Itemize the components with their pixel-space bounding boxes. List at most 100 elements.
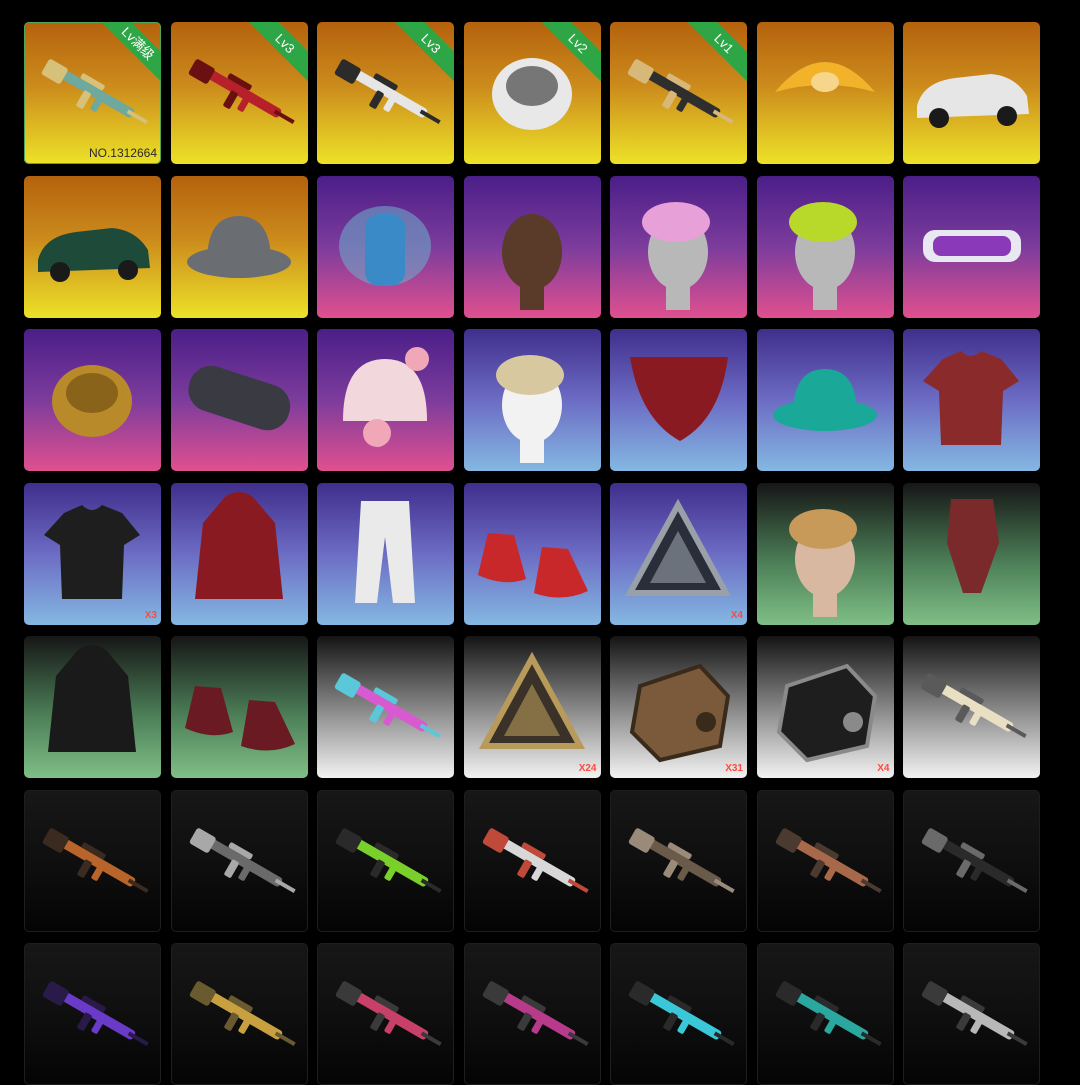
quantity-count: X24	[578, 763, 597, 774]
inventory-item[interactable]	[903, 482, 1040, 625]
inventory-item[interactable]: Lv3	[170, 22, 308, 164]
inventory-item[interactable]	[610, 329, 747, 471]
pink-hair-icon	[642, 201, 710, 310]
rainbow-rifle-icon	[334, 673, 441, 738]
teal-rifle-icon	[775, 981, 882, 1046]
inventory-item[interactable]	[24, 329, 161, 471]
inventory-item[interactable]	[903, 943, 1040, 1085]
gray-rifle-icon	[189, 827, 296, 893]
inventory-item[interactable]: Lv满级 NO.1312664	[24, 22, 161, 164]
ponytail-hair-icon	[788, 508, 857, 617]
black-crate-icon	[776, 663, 877, 763]
inventory-item[interactable]	[610, 943, 747, 1085]
inventory-item[interactable]: X31	[610, 636, 747, 778]
inventory-item[interactable]	[317, 636, 454, 778]
face-head-icon	[501, 213, 562, 310]
bronze-crate-icon	[629, 663, 731, 763]
inventory-item[interactable]	[170, 636, 308, 778]
red-jacket-icon	[194, 491, 283, 599]
inventory-item[interactable]: X4	[756, 636, 894, 778]
inventory-item[interactable]	[610, 789, 747, 932]
inventory-item[interactable]	[756, 943, 894, 1085]
m16-orange-rifle-icon	[42, 827, 149, 893]
white-sports-car-icon	[917, 74, 1029, 128]
smoke-grenade-icon	[339, 205, 431, 286]
crossbow-icon	[189, 981, 296, 1046]
inventory-item[interactable]: Lv3	[317, 22, 454, 164]
inventory-item[interactable]	[317, 482, 454, 625]
bucket-hat-headset-icon	[186, 215, 291, 278]
inventory-item[interactable]	[170, 329, 308, 471]
quantity-count: X3	[144, 609, 157, 621]
inventory-item[interactable]	[317, 175, 454, 318]
neon-green-rifle-icon	[335, 827, 442, 893]
inventory-item[interactable]	[903, 329, 1040, 471]
quantity-count: X31	[725, 763, 743, 774]
inventory-item[interactable]	[170, 482, 308, 625]
inventory-item[interactable]	[756, 329, 894, 471]
inventory-item[interactable]	[903, 789, 1040, 932]
pink-rifle-icon	[335, 981, 442, 1046]
black-coat-icon	[48, 645, 136, 752]
magenta-rifle-icon	[482, 981, 589, 1046]
inventory-grid: Lv满级 NO.1312664 Lv3 Lv3 Lv2 Lv1 X3 X4 X24 X31 X4	[24, 22, 1040, 1085]
inventory-item[interactable]: Lv1	[610, 22, 747, 164]
red-bandana-icon	[630, 357, 728, 441]
inventory-item[interactable]	[170, 943, 308, 1085]
inventory-item[interactable]	[463, 789, 601, 932]
inventory-item[interactable]	[903, 175, 1040, 318]
inventory-item[interactable]	[317, 329, 454, 471]
inventory-item[interactable]	[24, 636, 161, 778]
purple-smg-icon	[42, 981, 149, 1046]
inventory-item[interactable]	[24, 943, 161, 1085]
gold-mask-icon	[52, 365, 132, 437]
skull-face-paint-icon	[495, 355, 564, 463]
inventory-item[interactable]	[463, 943, 601, 1085]
inventory-item[interactable]: X4	[610, 482, 747, 625]
quantity-count: X4	[730, 609, 743, 621]
inventory-item[interactable]	[170, 175, 308, 318]
parachute-icon	[774, 62, 875, 92]
cyan-rifle-icon	[628, 981, 735, 1046]
white-red-rifle-icon	[482, 827, 589, 893]
camo-rifle-icon	[628, 827, 735, 893]
scarf-icon	[947, 498, 999, 593]
black-akm-icon	[921, 827, 1028, 893]
inventory-item[interactable]	[317, 943, 454, 1085]
inventory-item[interactable]: X3	[24, 482, 161, 625]
triangle-crate-icon	[624, 498, 732, 596]
green-hair-icon	[788, 201, 857, 310]
silver-rifle-icon	[921, 981, 1028, 1046]
copper-smg-icon	[775, 827, 882, 893]
red-sneakers-icon	[477, 532, 588, 598]
red-boots-icon	[184, 686, 295, 751]
inventory-item[interactable]	[463, 175, 601, 318]
headband-icon	[187, 365, 290, 431]
inventory-item[interactable]	[756, 482, 894, 625]
inventory-item[interactable]	[903, 636, 1040, 778]
inventory-item[interactable]	[24, 175, 161, 318]
inventory-item[interactable]	[756, 789, 894, 932]
cream-rifle-icon	[920, 673, 1027, 738]
black-tshirt-icon	[44, 504, 140, 599]
purple-goggles-icon	[923, 229, 1021, 262]
white-pants-icon	[355, 500, 415, 603]
serial-number: NO.1312664	[88, 146, 157, 160]
teal-bucket-hat-icon	[772, 369, 877, 431]
inventory-item[interactable]	[24, 789, 161, 932]
red-tshirt-icon	[923, 351, 1019, 445]
quantity-count: X4	[877, 763, 890, 774]
inventory-item[interactable]	[903, 22, 1040, 164]
pink-beanie-icon	[343, 347, 429, 447]
inventory-item[interactable]	[317, 789, 454, 932]
inventory-item[interactable]	[170, 789, 308, 932]
green-suv-car-icon	[38, 227, 150, 282]
inventory-item[interactable]: X24	[463, 636, 601, 778]
inventory-item[interactable]	[463, 329, 601, 471]
inventory-item[interactable]	[610, 175, 747, 318]
inventory-item[interactable]	[756, 175, 894, 318]
gold-triangle-crate-icon	[478, 651, 585, 749]
inventory-item[interactable]	[463, 482, 601, 625]
inventory-item[interactable]: Lv2	[463, 22, 601, 164]
inventory-item[interactable]	[756, 22, 894, 164]
